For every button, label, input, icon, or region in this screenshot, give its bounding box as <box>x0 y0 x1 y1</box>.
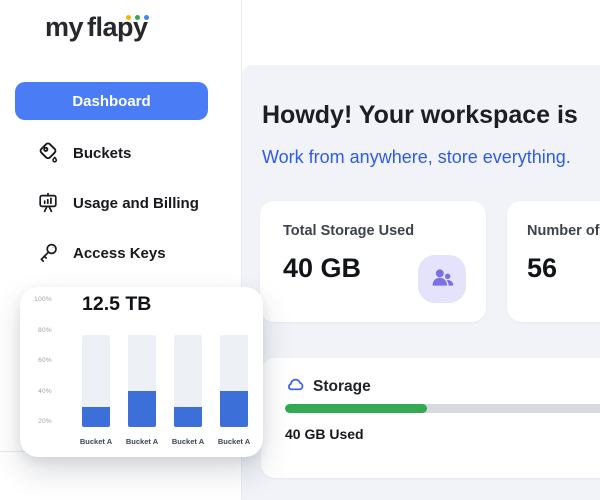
storage-progress-fill <box>285 404 427 413</box>
chart-bar <box>220 335 248 427</box>
y-axis-tick: 100% <box>26 296 52 303</box>
sidebar-item-buckets[interactable]: Buckets <box>36 141 131 165</box>
sidebar-item-label: Access Keys <box>73 245 166 262</box>
stat-value: 40 GB <box>283 253 361 284</box>
sidebar-item-dashboard[interactable]: Dashboard <box>15 82 208 120</box>
x-axis-label: Bucket A <box>74 437 118 446</box>
logo-dot-green-icon <box>135 15 140 20</box>
storage-card: Storage 40 GB Used <box>261 358 600 478</box>
logo-dot-blue-icon <box>144 15 149 20</box>
logo[interactable]: myflapy <box>45 12 185 48</box>
stat-value: 56 <box>527 253 557 284</box>
stat-label: Total Storage Used <box>283 223 414 239</box>
bucket-count-card: Number of Buckets 56 <box>507 201 600 322</box>
sidebar-item-label: Buckets <box>73 145 131 162</box>
stat-label: Number of Buckets <box>527 223 600 239</box>
x-axis-label: Bucket A <box>120 437 164 446</box>
page-title: Howdy! Your workspace is <box>262 101 578 130</box>
y-axis-tick: 40% <box>26 388 52 395</box>
storage-used-text: 40 GB Used <box>285 426 364 442</box>
sidebar-item-usage-billing[interactable]: Usage and Billing <box>36 191 199 215</box>
y-axis-tick: 20% <box>26 418 52 425</box>
billboard-chart-icon <box>36 191 60 215</box>
logo-dot-yellow-icon <box>126 15 131 20</box>
usage-chart-card: 12.5 TB 100% 80% 60% 40% 20% Bucket A Bu… <box>20 287 263 457</box>
bucket-icon <box>36 141 60 165</box>
x-axis-label: Bucket A <box>166 437 210 446</box>
chart-title: 12.5 TB <box>82 293 151 316</box>
key-icon <box>36 241 60 265</box>
cloud-icon <box>285 376 305 397</box>
total-storage-card: Total Storage Used 40 GB <box>260 201 486 322</box>
users-icon <box>429 265 456 294</box>
sidebar-item-label: Usage and Billing <box>73 195 199 212</box>
logo-dots-icon <box>126 15 149 20</box>
chart-bar <box>128 335 156 427</box>
chart-bar <box>174 335 202 427</box>
dashboard-button-label: Dashboard <box>72 93 150 110</box>
storage-section-title: Storage <box>313 378 371 396</box>
y-axis-tick: 80% <box>26 327 52 334</box>
users-icon-badge <box>418 255 466 303</box>
page-subtitle: Work from anywhere, store everything. <box>262 147 571 168</box>
chart-bar <box>82 335 110 427</box>
logo-text: myflapy <box>45 12 185 43</box>
sidebar-item-access-keys[interactable]: Access Keys <box>36 241 166 265</box>
x-axis-label: Bucket A <box>212 437 256 446</box>
y-axis-tick: 60% <box>26 357 52 364</box>
storage-progress-bar <box>285 404 600 413</box>
